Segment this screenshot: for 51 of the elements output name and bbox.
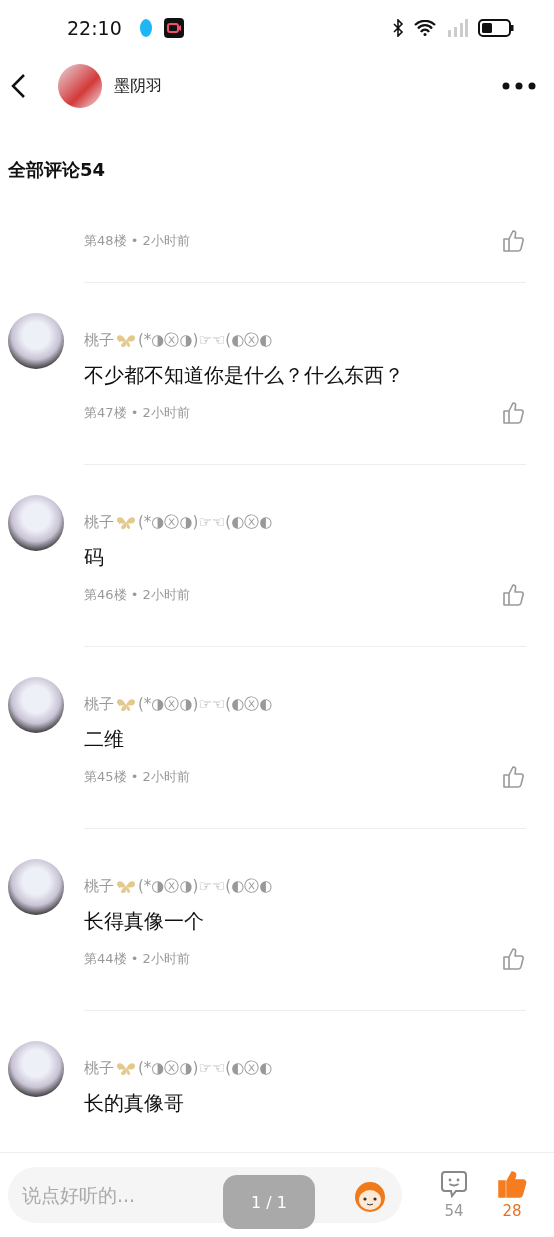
- user-name[interactable]: 桃子: [84, 1059, 114, 1078]
- user-name[interactable]: 桃子: [84, 331, 114, 350]
- comment-text: 长的真像哥: [84, 1090, 185, 1117]
- comment-text: 长得真像一个: [84, 908, 205, 935]
- user-name-suffix: (*◑ⓧ◑)☞☜(◐ⓧ◐: [138, 513, 273, 532]
- avatar-drawing[interactable]: [8, 1041, 64, 1097]
- thumbs-up-icon[interactable]: [502, 947, 526, 971]
- comment-text: 不少都不知道你是什么？什么东西？: [84, 362, 405, 389]
- back-icon[interactable]: [10, 73, 26, 99]
- author-name[interactable]: 墨阴羽: [114, 75, 162, 97]
- comment-meta: 第48楼 • 2小时前: [84, 232, 190, 250]
- signal-icon: [446, 19, 468, 37]
- user-name-suffix: (*◑ⓧ◑)☞☜(◐ⓧ◐: [138, 331, 273, 350]
- user-name-suffix: (*◑ⓧ◑)☞☜(◐ⓧ◐: [138, 877, 273, 896]
- bluetooth-icon: [392, 19, 404, 37]
- wifi-icon: [414, 20, 436, 36]
- user-name[interactable]: 桃子: [84, 513, 114, 532]
- comment-icon[interactable]: [440, 1170, 468, 1198]
- comment-text: 二维: [84, 726, 125, 753]
- avatar-drawing[interactable]: [8, 677, 64, 733]
- avatar-photo-placeholder[interactable]: [58, 64, 102, 108]
- section-title: 全部评论54: [7, 158, 107, 182]
- avatar-drawing[interactable]: [8, 495, 64, 551]
- video-app-icon: [163, 18, 184, 38]
- comment-meta: 第47楼 • 2小时前: [84, 404, 190, 422]
- butterfly-icon: [116, 697, 136, 712]
- butterfly-icon: [116, 879, 136, 894]
- thumbs-up-icon[interactable]: [502, 401, 526, 425]
- status-time: 22:10: [67, 17, 122, 39]
- like-count: 28: [502, 1202, 522, 1220]
- thumbs-up-icon[interactable]: [502, 229, 526, 253]
- user-name-suffix: (*◑ⓧ◑)☞☜(◐ⓧ◐: [138, 695, 273, 714]
- user-name-suffix: (*◑ⓧ◑)☞☜(◐ⓧ◐: [138, 1059, 273, 1078]
- battery-icon: [478, 19, 514, 37]
- thumbs-up-icon[interactable]: [502, 765, 526, 789]
- comment-count: 54: [444, 1202, 464, 1220]
- more-icon[interactable]: [502, 82, 536, 90]
- butterfly-icon: [116, 515, 136, 530]
- butterfly-icon: [116, 333, 136, 348]
- comment-meta: 第46楼 • 2小时前: [84, 586, 190, 604]
- avatar-drawing[interactable]: [8, 313, 64, 369]
- comment-meta: 第45楼 • 2小时前: [84, 768, 190, 786]
- user-name[interactable]: 桃子: [84, 695, 114, 714]
- thumbs-up-icon[interactable]: [502, 583, 526, 607]
- thumbs-up-icon[interactable]: [497, 1170, 527, 1198]
- comment-text: 码: [84, 544, 105, 571]
- user-name[interactable]: 桃子: [84, 877, 114, 896]
- avatar-drawing[interactable]: [8, 859, 64, 915]
- comment-meta: 第44楼 • 2小时前: [84, 950, 190, 968]
- page-toast: 1 / 1: [223, 1175, 315, 1229]
- butterfly-icon: [116, 1061, 136, 1076]
